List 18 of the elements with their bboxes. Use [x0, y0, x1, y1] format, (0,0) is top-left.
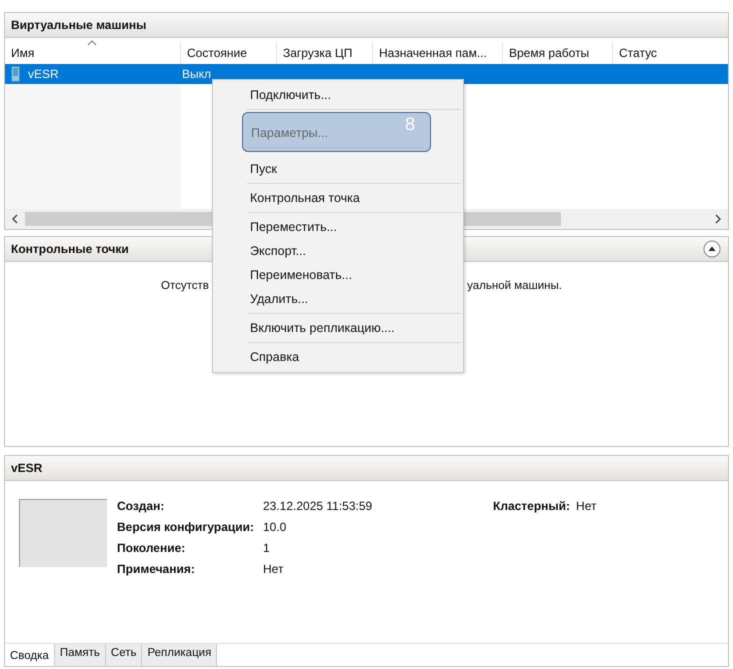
vm-state: Выкл	[182, 67, 212, 81]
field-label: Кластерный:	[493, 499, 570, 513]
field-value: 23.12.2025 11:53:59	[263, 499, 374, 513]
field-label: Примечания:	[117, 562, 196, 576]
panel-title: Виртуальные машины	[11, 18, 146, 32]
message-text: Отсутств	[161, 280, 209, 292]
panel-title: vESR	[11, 461, 42, 475]
callout-number: 8	[405, 114, 416, 135]
field-label: Версия конфигурации:	[117, 520, 256, 534]
field-label: Поколение:	[117, 541, 186, 555]
panel-title: Контрольные точки	[11, 242, 129, 256]
field-value: 10.0	[263, 520, 288, 534]
message-text: уальной машины.	[467, 280, 562, 292]
vm-name: vESR	[28, 67, 60, 81]
field-label: Создан:	[117, 499, 166, 513]
field-value: Нет	[576, 499, 596, 513]
field-value: 1	[263, 541, 271, 555]
field-value: Нет	[263, 562, 284, 576]
